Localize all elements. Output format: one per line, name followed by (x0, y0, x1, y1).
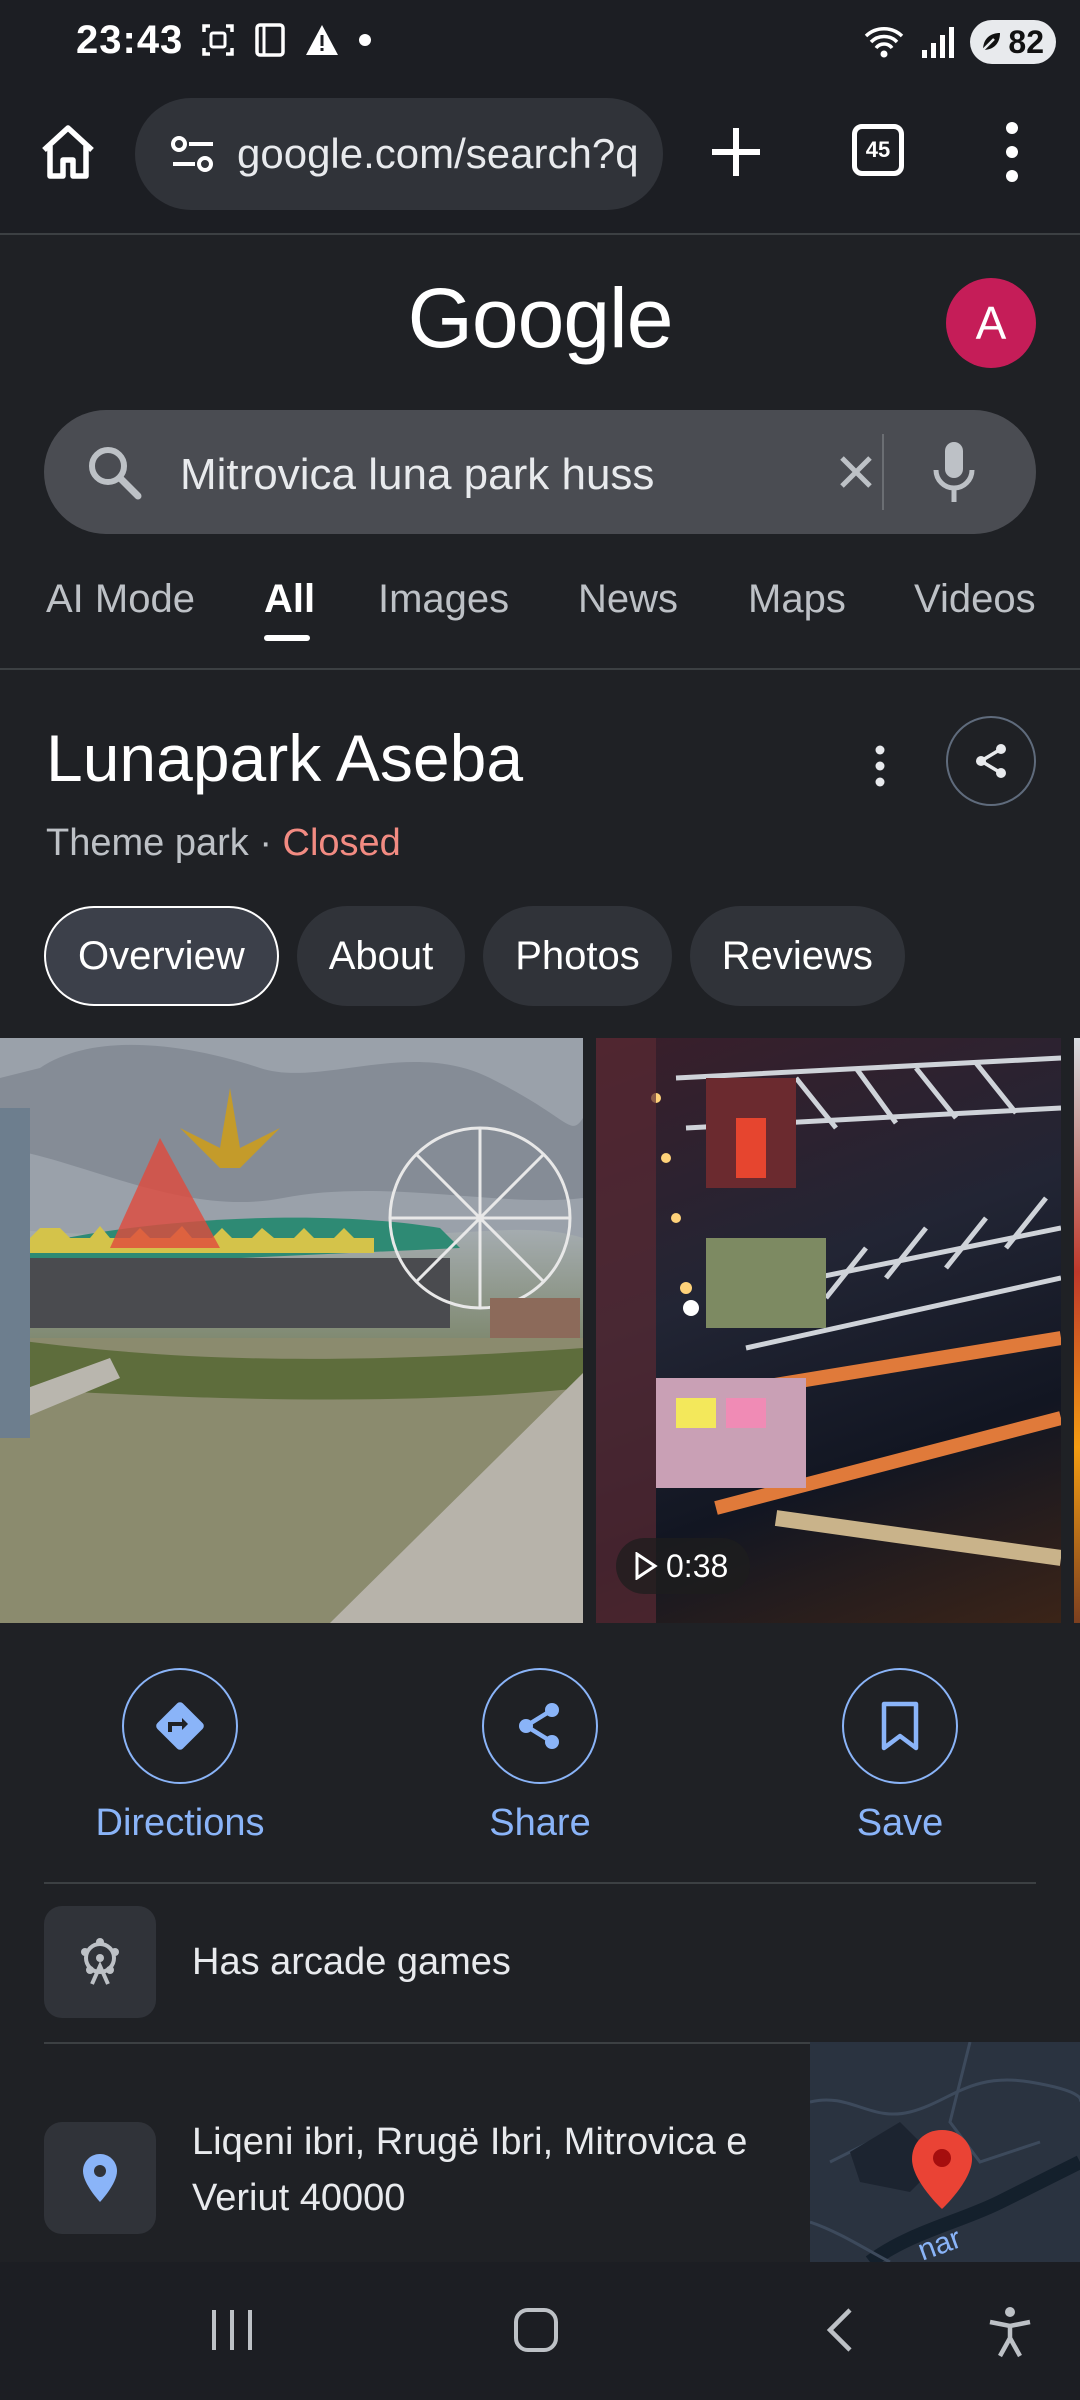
share-icon (519, 1703, 559, 1749)
signal-icon (922, 27, 955, 58)
amenity-text: Has arcade games (192, 1941, 511, 1983)
search-tabs: AI Mode All Images News Maps Videos (0, 565, 1080, 670)
status-icons-right: 82 (862, 20, 1056, 64)
place-subtitle: Theme park · Closed (46, 822, 401, 865)
amenity-row: Has arcade games (0, 1906, 1080, 2018)
tab-all[interactable]: All (264, 577, 315, 622)
battery-indicator: 82 (970, 20, 1056, 64)
photo-carousel[interactable]: 0:38 (0, 1038, 1080, 1623)
chip-photos[interactable]: Photos (483, 906, 672, 1006)
account-avatar[interactable]: A (946, 278, 1036, 368)
url-text[interactable]: google.com/search?q (237, 130, 639, 178)
section-divider (44, 1882, 1036, 1884)
url-bar[interactable]: google.com/search?q (135, 98, 663, 210)
map-thumbnail[interactable]: nar (810, 2042, 1080, 2262)
directions-button[interactable]: Directions (70, 1668, 290, 1845)
tab-maps[interactable]: Maps (748, 577, 846, 622)
video-duration: 0:38 (666, 1547, 729, 1584)
section-divider (44, 2042, 810, 2044)
ferris-wheel-icon (81, 1938, 119, 1985)
address-line-1: Liqeni ibri, Rrugë Ibri, Mitrovica e (192, 2121, 748, 2163)
tablet-icon (255, 23, 285, 57)
status-time: 23:43 (76, 18, 184, 62)
photo-amusement-park[interactable] (0, 1038, 583, 1623)
location-icon-tile (44, 2122, 156, 2234)
tab-news[interactable]: News (578, 577, 678, 622)
tab-switcher-button[interactable]: 45 (852, 124, 904, 176)
system-nav-bar (0, 2262, 1080, 2400)
address-line-2: Veriut 40000 (192, 2177, 406, 2219)
ferris-wheel-icon-tile (44, 1906, 156, 2018)
bookmark-icon (881, 1701, 919, 1751)
recent-apps-icon[interactable] (208, 2306, 256, 2354)
dot-icon (359, 34, 371, 46)
location-pin-icon (83, 2154, 117, 2202)
play-icon (635, 1552, 658, 1580)
status-icons-left (200, 22, 372, 58)
wifi-icon (865, 27, 904, 58)
new-tab-icon[interactable] (708, 124, 764, 180)
place-title: Lunapark Aseba (46, 721, 524, 795)
directions-label[interactable]: Directions (70, 1802, 290, 1845)
chip-about[interactable]: About (296, 906, 466, 1006)
clear-icon[interactable] (834, 450, 878, 494)
battery-level: 82 (1008, 23, 1044, 60)
photo-next-peek[interactable] (1074, 1038, 1080, 1623)
google-logo[interactable]: Google (0, 270, 1080, 367)
share-label[interactable]: Share (430, 1802, 650, 1845)
status-bar: 23:43 82 (0, 0, 1080, 90)
share-icon (976, 744, 1006, 778)
save-button[interactable]: Save (790, 1668, 1010, 1845)
home-icon[interactable] (38, 122, 98, 182)
search-divider (882, 434, 884, 510)
address-text[interactable]: Liqeni ibri, Rrugë Ibri, Mitrovica e Ver… (192, 2114, 747, 2226)
accessibility-icon[interactable] (986, 2306, 1034, 2358)
video-duration-badge: 0:38 (616, 1538, 751, 1594)
browser-toolbar: google.com/search?q 45 (0, 90, 1080, 235)
tab-count: 45 (865, 137, 891, 162)
place-category: Theme park (46, 822, 249, 864)
chip-reviews[interactable]: Reviews (689, 906, 905, 1006)
warning-icon (306, 25, 338, 55)
place-status: Closed (282, 822, 401, 864)
photo-amusement-park-illustration (0, 1038, 583, 1623)
back-icon[interactable] (822, 2306, 858, 2354)
home-nav-icon[interactable] (512, 2306, 560, 2354)
microphone-icon[interactable] (924, 438, 984, 506)
share-circle[interactable] (482, 1668, 598, 1784)
chip-overview[interactable]: Overview (44, 906, 279, 1006)
place-section-chips: Overview About Photos Reviews (44, 906, 905, 1006)
place-share-button[interactable] (946, 716, 1036, 806)
site-settings-icon[interactable] (169, 134, 217, 174)
share-button[interactable]: Share (430, 1668, 650, 1845)
save-circle[interactable] (842, 1668, 958, 1784)
tab-videos[interactable]: Videos (914, 577, 1036, 622)
separator: · (259, 822, 272, 864)
photo-ferris-wheel-illustration (596, 1038, 1061, 1623)
place-more-icon[interactable] (868, 744, 892, 788)
battery-saver-icon (982, 33, 1001, 51)
place-actions: Directions Share Save (0, 1668, 1080, 1845)
save-label[interactable]: Save (790, 1802, 1010, 1845)
search-input[interactable]: Mitrovica luna park huss (180, 450, 654, 500)
directions-icon (156, 1702, 204, 1750)
screenshot-icon (202, 24, 234, 56)
active-tab-indicator (264, 635, 310, 641)
more-menu-icon[interactable] (1000, 120, 1024, 184)
directions-circle[interactable] (122, 1668, 238, 1784)
search-icon (89, 447, 142, 500)
tab-ai-mode[interactable]: AI Mode (46, 577, 195, 622)
tab-images[interactable]: Images (378, 577, 509, 622)
search-box[interactable]: Mitrovica luna park huss (44, 410, 1036, 534)
photo-ferris-wheel-video[interactable]: 0:38 (596, 1038, 1061, 1623)
